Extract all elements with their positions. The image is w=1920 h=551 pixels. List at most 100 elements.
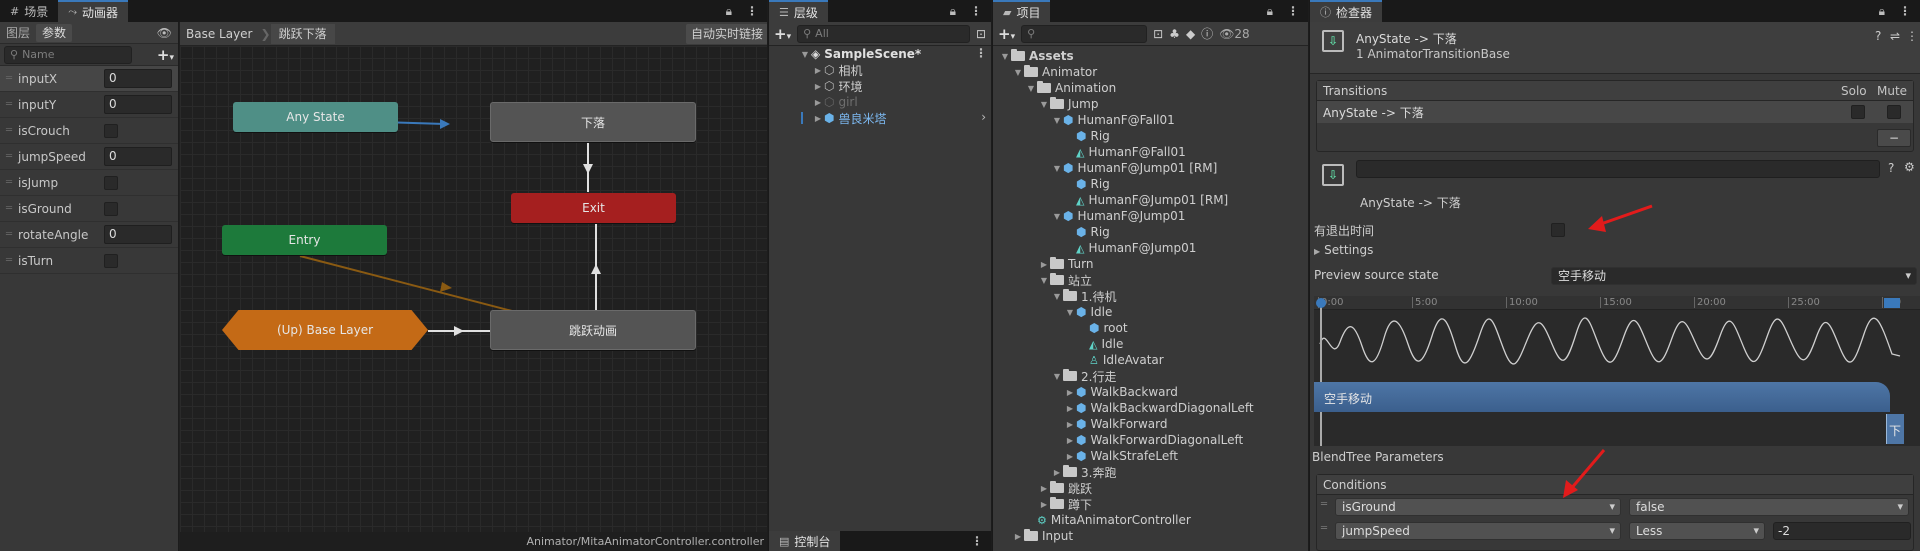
help-icon[interactable]: ? xyxy=(1875,29,1881,43)
drag-handle-icon[interactable]: ═ xyxy=(6,229,12,240)
parameter-checkbox[interactable] xyxy=(104,176,118,190)
expand-arrow-icon[interactable]: ▼ xyxy=(1025,84,1037,93)
expand-arrow-icon[interactable]: ▶ xyxy=(1038,500,1050,509)
parameter-value-input[interactable]: 0 xyxy=(104,95,172,114)
expand-arrow-icon[interactable]: ▶ xyxy=(812,114,824,123)
transition-name-field[interactable] xyxy=(1356,160,1880,178)
parameter-checkbox[interactable] xyxy=(104,254,118,268)
expand-arrow-icon[interactable]: ▶ xyxy=(812,98,824,107)
drag-handle-icon[interactable]: ═ xyxy=(6,151,12,162)
eye-icon[interactable]: 👁︎ xyxy=(157,26,178,40)
project-item[interactable]: ⬢ Rig xyxy=(1064,128,1110,144)
expand-arrow-icon[interactable]: ▶ xyxy=(1038,484,1050,493)
lock-icon[interactable]: 🔒︎ xyxy=(1875,0,1889,22)
project-item[interactable]: ▶ ⬢ WalkBackward xyxy=(1064,384,1178,400)
expand-arrow-icon[interactable]: ▶ xyxy=(1051,468,1063,477)
state-jump-anim[interactable]: 跳跃动画 xyxy=(490,310,696,350)
settings-foldout[interactable]: ▶ Settings xyxy=(1314,243,1373,257)
state-entry[interactable]: Entry xyxy=(222,225,387,255)
expand-arrow-icon[interactable]: ▶ xyxy=(812,82,824,91)
project-item[interactable]: ◭ HumanF@Jump01 xyxy=(1064,240,1196,256)
tab-animator[interactable]: ⤳ 动画器 xyxy=(58,0,129,22)
tab-layers[interactable]: 图层 xyxy=(0,24,36,41)
tab-hierarchy[interactable]: ☰ 层级 xyxy=(769,0,828,22)
project-item[interactable]: ▶ ⬢ WalkForwardDiagonalLeft xyxy=(1064,432,1243,448)
condition-mode-dropdown[interactable]: Less xyxy=(1629,522,1765,540)
expand-arrow-icon[interactable]: ▶ xyxy=(812,66,824,75)
help-icon[interactable]: ? xyxy=(1888,161,1894,175)
more-menu-icon[interactable]: ⋮ xyxy=(1889,0,1920,22)
project-item[interactable]: ▶ ⬢ WalkBackwardDiagonalLeft xyxy=(1064,400,1254,416)
project-item[interactable]: ▼ 1.待机 xyxy=(1051,288,1116,304)
add-parameter-button[interactable]: +▾ xyxy=(157,46,174,64)
drag-handle-icon[interactable]: ═ xyxy=(6,255,12,266)
project-item[interactable]: ▼ Animation xyxy=(1025,80,1116,96)
hierarchy-item-girl[interactable]: ▶ ⬡ girl xyxy=(812,94,858,110)
project-item[interactable]: ⬢ root xyxy=(1077,320,1128,336)
project-item[interactable]: ▶ 跳跃 xyxy=(1038,480,1092,496)
project-item[interactable]: ▼ ⬢ HumanF@Jump01 xyxy=(1051,208,1185,224)
label-filter-icon[interactable]: ◆ xyxy=(1186,27,1195,41)
remove-transition-button[interactable]: − xyxy=(1877,129,1911,147)
expand-arrow-icon[interactable]: ▶ xyxy=(1064,436,1076,445)
expand-arrow-icon[interactable]: ▼ xyxy=(1064,308,1076,317)
parameter-row[interactable]: ═ inputX 0 xyxy=(0,66,178,92)
tab-console[interactable]: ▤ 控制台 xyxy=(769,531,841,551)
project-item[interactable]: ▶ 3.奔跑 xyxy=(1051,464,1116,480)
expand-arrow-icon[interactable]: ▶ xyxy=(1012,532,1024,541)
tab-inspector[interactable]: ⓘ 检查器 xyxy=(1310,0,1383,22)
project-item[interactable]: ▶ ⬢ WalkStrafeLeft xyxy=(1064,448,1178,464)
preset-icon[interactable]: ⇌ xyxy=(1890,29,1900,43)
create-asset-button[interactable]: +▾ xyxy=(998,25,1015,43)
project-item[interactable]: ▶ Turn xyxy=(1038,256,1093,272)
parameter-value-input[interactable]: 0 xyxy=(104,225,172,244)
scene-row[interactable]: ▼ ◈ SampleScene* xyxy=(799,46,921,62)
expand-arrow-icon[interactable]: ▼ xyxy=(1012,68,1024,77)
parameter-checkbox[interactable] xyxy=(104,202,118,216)
drag-handle-icon[interactable]: ═ xyxy=(6,73,12,84)
playhead-start[interactable] xyxy=(1320,300,1322,446)
state-any-state[interactable]: Any State xyxy=(233,102,398,132)
expand-arrow-icon[interactable]: ▶ xyxy=(1038,260,1050,269)
expand-arrow-icon[interactable]: ▼ xyxy=(1038,276,1050,285)
expand-arrow-icon[interactable]: ▶ xyxy=(1064,404,1076,413)
parameter-row[interactable]: ═ isCrouch xyxy=(0,118,178,144)
transition-entry-jump[interactable] xyxy=(299,255,513,312)
project-item[interactable]: ▶ Input xyxy=(1012,528,1073,544)
expand-arrow-icon[interactable]: ▼ xyxy=(1051,116,1063,125)
hierarchy-item-camera[interactable]: ▶ ⬡ 相机 xyxy=(812,62,863,78)
project-item[interactable]: ▼ Animator xyxy=(1012,64,1097,80)
chevron-right-icon[interactable]: › xyxy=(981,110,986,124)
expand-arrow-icon[interactable]: ▼ xyxy=(799,50,811,59)
hierarchy-item-environment[interactable]: ▶ ⬡ 环境 xyxy=(812,78,863,94)
scene-menu-icon[interactable]: ⋮ xyxy=(975,46,987,60)
parameter-row[interactable]: ═ isJump xyxy=(0,170,178,196)
state-graph[interactable]: Any State 下落 Exit Entry (Up) Base Layer … xyxy=(180,46,767,532)
condition-parameter-dropdown[interactable]: jumpSpeed xyxy=(1335,522,1621,540)
mute-checkbox[interactable] xyxy=(1887,105,1901,119)
tab-parameters[interactable]: 参数 xyxy=(36,23,73,42)
project-item[interactable]: ▼ 2.行走 xyxy=(1051,368,1116,384)
expand-arrow-icon[interactable]: ▼ xyxy=(999,52,1011,61)
project-item[interactable]: ♙ IdleAvatar xyxy=(1077,352,1164,368)
project-item[interactable]: ◭ HumanF@Jump01 [RM] xyxy=(1064,192,1228,208)
has-exit-time-checkbox[interactable] xyxy=(1551,223,1565,237)
transition-marker[interactable] xyxy=(1884,298,1900,308)
project-item[interactable]: ◭ Idle xyxy=(1077,336,1123,352)
condition-row[interactable]: ═ isGround false xyxy=(1317,495,1913,519)
project-item[interactable]: ⬢ Rig xyxy=(1064,176,1110,192)
expand-arrow-icon[interactable]: ▼ xyxy=(1051,164,1063,173)
project-item[interactable]: ▼ ⬢ HumanF@Fall01 xyxy=(1051,112,1175,128)
expand-arrow-icon[interactable]: ▼ xyxy=(1038,100,1050,109)
drag-handle-icon[interactable]: ═ xyxy=(6,99,12,110)
hierarchy-item-mita[interactable]: ▶ ⬢ 兽良米塔 xyxy=(812,110,887,126)
project-item[interactable]: ▶ ⬢ WalkForward xyxy=(1064,416,1168,432)
expand-arrow-icon[interactable]: ▼ xyxy=(1051,292,1063,301)
gear-icon[interactable]: ⚙ xyxy=(1904,160,1915,174)
project-item[interactable]: ▼ Jump xyxy=(1038,96,1098,112)
source-clip-bar[interactable]: 空手移动 xyxy=(1314,382,1890,412)
type-filter-icon[interactable]: ♣ xyxy=(1169,27,1180,41)
project-search-input[interactable]: ⚲ xyxy=(1021,24,1148,43)
solo-checkbox[interactable] xyxy=(1851,105,1865,119)
drag-handle-icon[interactable]: ═ xyxy=(1321,523,1327,534)
